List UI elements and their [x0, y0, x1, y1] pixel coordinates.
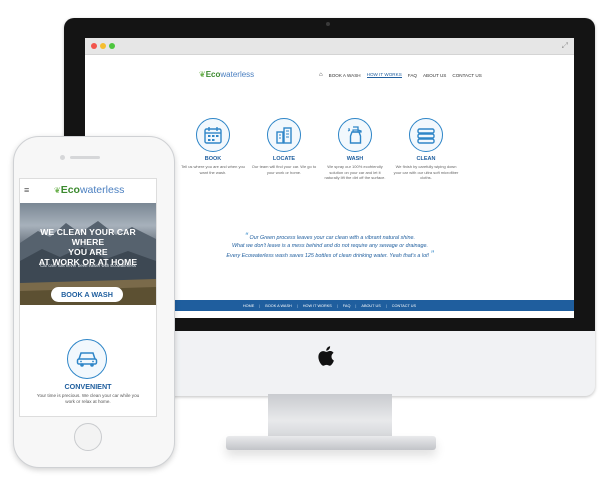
feature-wash: WASH We spray our 100% ecofriendly solut…: [322, 118, 388, 181]
imac-stand: [268, 394, 392, 438]
quote-line-3: Every Ecowaterless wash saves 125 bottle…: [226, 253, 430, 259]
imac-camera: [326, 22, 330, 26]
mobile-hero-title: WE CLEAN YOUR CAR WHERE YOU ARE AT WORK …: [24, 227, 152, 267]
feature-description: Tell us where you are and when you want …: [181, 164, 245, 175]
testimonial-quote: “ Our Green process leaves your car clea…: [195, 232, 465, 260]
calendar-icon: [196, 118, 230, 152]
imac-base: [226, 436, 436, 450]
footer-separator: |: [355, 303, 357, 308]
hamburger-icon[interactable]: ≡: [24, 185, 29, 195]
quote-line-2: What we don't leave is a mess behind and…: [231, 243, 429, 249]
logo-eco-text: Eco: [205, 70, 221, 79]
nav-contact-us[interactable]: CONTACT US: [452, 73, 481, 78]
feature-description: We finish by carefully wiping down your …: [393, 164, 459, 180]
mobile-site-logo[interactable]: ❦Ecowaterless: [54, 184, 124, 196]
feature-description: Our team will find your car. We go to yo…: [251, 164, 317, 175]
footer-separator: |: [259, 303, 261, 308]
footer-nav-home[interactable]: HOME: [243, 304, 254, 308]
browser-toolbar: ⤢: [85, 38, 574, 55]
mobile-feature-description: Your time is precious. We clean your car…: [36, 393, 140, 404]
spray-bottle-icon: [338, 118, 372, 152]
hero-title-line-1: WE CLEAN YOUR CAR WHERE: [40, 227, 136, 247]
close-quote-icon: ”: [430, 249, 434, 259]
footer-nav-contact-us[interactable]: CONTACT US: [392, 304, 416, 308]
open-quote-icon: “: [245, 231, 249, 241]
feature-book: BOOK Tell us where you are and when you …: [180, 118, 246, 175]
close-window-icon[interactable]: [91, 43, 97, 49]
footer-separator: |: [296, 303, 298, 308]
phone-speaker: [70, 156, 100, 159]
nav-about-us[interactable]: ABOUT US: [423, 73, 446, 78]
footer-separator: |: [385, 303, 387, 308]
phone-home-button[interactable]: [74, 423, 102, 451]
feature-description: We spray our 100% ecofriendly solution o…: [324, 164, 386, 180]
logo-eco-text: Eco: [60, 184, 80, 196]
fullscreen-icon[interactable]: ⤢: [562, 41, 568, 51]
mobile-hero-subtitle: Car care has never been easier with Ecow…: [40, 263, 136, 268]
site-logo[interactable]: ❦Ecowaterless: [199, 70, 254, 79]
book-a-wash-button[interactable]: BOOK A WASH: [51, 287, 123, 302]
footer-nav-faq[interactable]: FAQ: [343, 304, 351, 308]
logo-waterless-text: waterless: [220, 70, 255, 79]
home-icon[interactable]: ⌂: [319, 72, 323, 78]
footer-nav-how-it-works[interactable]: HOW IT WORKS: [303, 304, 332, 308]
leaf-icon: ❦: [54, 186, 61, 195]
feature-title: BOOK: [204, 156, 222, 162]
nav-faq[interactable]: FAQ: [408, 73, 417, 78]
feature-title: CLEAN: [416, 156, 436, 162]
minimize-window-icon[interactable]: [100, 43, 106, 49]
feature-title: LOCATE: [272, 156, 296, 162]
buildings-icon: [267, 118, 301, 152]
leaf-icon: ❦: [199, 70, 206, 79]
apple-logo-icon: [318, 346, 334, 366]
quote-line-1: Our Green process leaves your car clean …: [249, 235, 415, 241]
logo-waterless-text: waterless: [79, 184, 125, 196]
footer-nav-about-us[interactable]: ABOUT US: [361, 304, 380, 308]
car-icon: [67, 339, 107, 379]
feature-locate: LOCATE Our team will find your car. We g…: [251, 118, 317, 175]
mobile-feature-title: CONVENIENT: [64, 382, 112, 391]
footer-separator: |: [336, 303, 338, 308]
feature-clean: CLEAN We finish by carefully wiping down…: [393, 118, 459, 181]
nav-how-it-works[interactable]: HOW IT WORKS: [366, 72, 402, 78]
maximize-window-icon[interactable]: [109, 43, 115, 49]
top-navigation: ⌂ BOOK A WASH HOW IT WORKS FAQ ABOUT US …: [319, 72, 482, 78]
hero-title-line-2: YOU ARE: [68, 247, 108, 257]
nav-book-a-wash[interactable]: BOOK A WASH: [329, 73, 361, 78]
mobile-header: ≡ ❦Ecowaterless: [20, 179, 156, 203]
phone-camera: [60, 155, 65, 160]
mobile-screen: ≡ ❦Ecowaterless WE CLEAN YOUR CAR WHERE …: [19, 178, 157, 417]
footer-nav-book-a-wash[interactable]: BOOK A WASH: [265, 304, 291, 308]
towels-icon: [409, 118, 443, 152]
feature-title: WASH: [346, 156, 364, 162]
